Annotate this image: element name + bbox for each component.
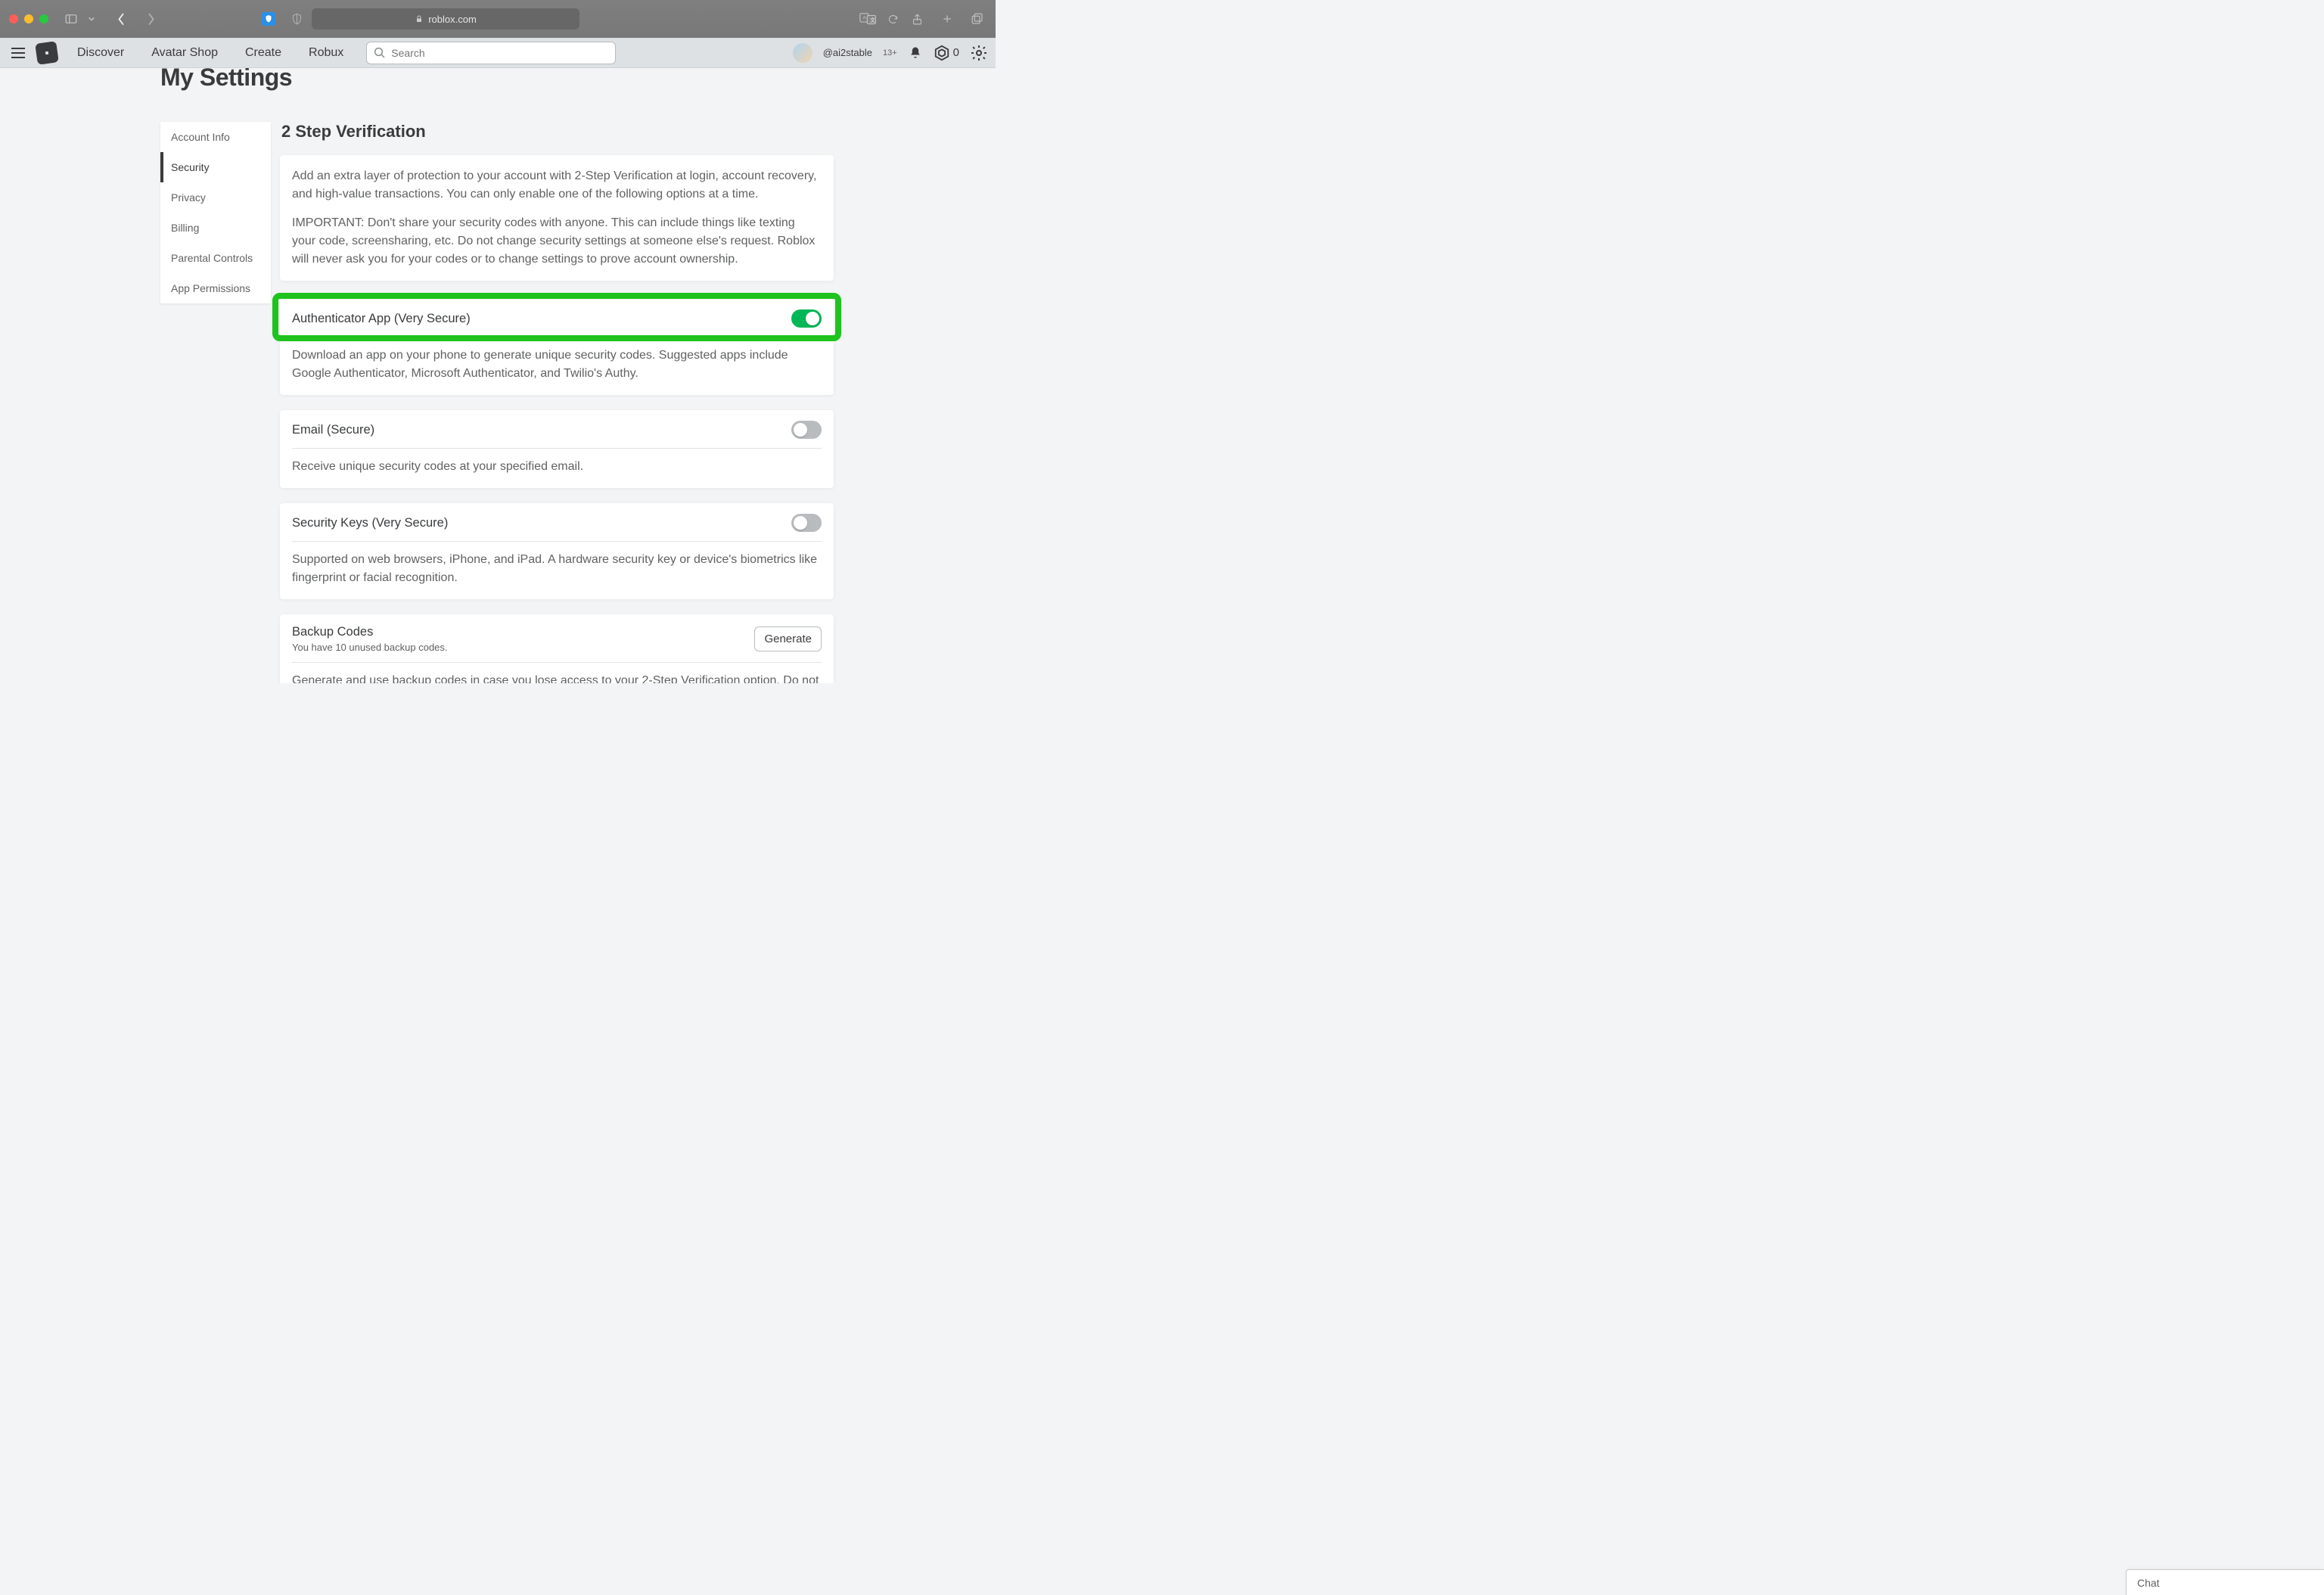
notifications-icon[interactable] xyxy=(908,45,923,61)
hamburger-icon[interactable] xyxy=(8,42,29,64)
robux-balance[interactable]: 0 xyxy=(934,45,959,61)
sidenav-billing[interactable]: Billing xyxy=(160,213,271,243)
backup-codes-card: Backup Codes You have 10 unused backup c… xyxy=(280,614,834,683)
nav-forward-icon[interactable] xyxy=(144,11,159,26)
search-bar[interactable] xyxy=(366,42,616,64)
sidenav-parental-controls[interactable]: Parental Controls xyxy=(160,243,271,273)
email-desc: Receive unique security codes at your sp… xyxy=(292,458,822,476)
authenticator-option-card: Authenticator App (Very Secure) Download… xyxy=(280,299,834,395)
authenticator-desc: Download an app on your phone to generat… xyxy=(292,347,822,383)
window-maximize[interactable] xyxy=(39,14,48,23)
backup-title: Backup Codes xyxy=(292,625,448,639)
window-close[interactable] xyxy=(9,14,18,23)
backup-subtitle: You have 10 unused backup codes. xyxy=(292,642,448,653)
sidenav-privacy[interactable]: Privacy xyxy=(160,182,271,213)
sidenav-account-info[interactable]: Account Info xyxy=(160,122,271,152)
roblox-logo[interactable] xyxy=(35,41,59,65)
nav-discover[interactable]: Discover xyxy=(77,46,124,60)
share-icon[interactable] xyxy=(908,10,926,28)
email-toggle[interactable] xyxy=(791,421,822,439)
address-bar-url: roblox.com xyxy=(428,14,477,25)
search-input[interactable] xyxy=(391,47,609,59)
main-column: 2 Step Verification Add an extra layer o… xyxy=(280,122,834,683)
nav-robux[interactable]: Robux xyxy=(309,46,343,60)
sidenav: Account Info Security Privacy Billing Pa… xyxy=(160,122,271,683)
robux-count: 0 xyxy=(953,46,959,59)
nav-links: Discover Avatar Shop Create Robux xyxy=(77,46,343,60)
security-keys-desc: Supported on web browsers, iPhone, and i… xyxy=(292,551,822,587)
content-area: My Settings Account Info Security Privac… xyxy=(0,68,996,683)
new-tab-icon[interactable] xyxy=(938,10,956,28)
security-keys-title: Security Keys (Very Secure) xyxy=(292,516,448,530)
info-card: Add an extra layer of protection to your… xyxy=(280,155,834,281)
sidenav-security[interactable]: Security xyxy=(160,152,271,182)
nav-avatar-shop[interactable]: Avatar Shop xyxy=(151,46,218,60)
username-label[interactable]: @ai2stable xyxy=(823,47,872,58)
browser-chrome: roblox.com A文 xyxy=(0,0,996,38)
age-badge: 13+ xyxy=(883,48,897,58)
chat-label: Chat xyxy=(2137,1577,2160,1589)
svg-text:文: 文 xyxy=(870,17,875,23)
chevron-down-icon[interactable] xyxy=(86,10,97,28)
app-topbar: Discover Avatar Shop Create Robux @ai2st… xyxy=(0,38,996,68)
search-icon xyxy=(373,46,387,60)
settings-gear-icon[interactable] xyxy=(970,44,988,62)
shield-icon[interactable] xyxy=(262,12,275,26)
generate-button[interactable]: Generate xyxy=(754,626,822,651)
chat-bar[interactable]: Chat xyxy=(2126,1569,2324,1595)
privacy-shield-icon[interactable] xyxy=(287,10,306,28)
traffic-lights xyxy=(9,14,48,23)
nav-back-icon[interactable] xyxy=(113,11,129,26)
authenticator-title: Authenticator App (Very Secure) xyxy=(292,312,471,326)
tabs-icon[interactable] xyxy=(968,10,986,28)
translate-icon[interactable]: A文 xyxy=(859,10,878,28)
email-option-card: Email (Secure) Receive unique security c… xyxy=(280,410,834,488)
lock-icon xyxy=(415,14,424,23)
info-paragraph-2: IMPORTANT: Don't share your security cod… xyxy=(292,214,822,269)
address-bar[interactable]: roblox.com xyxy=(312,8,579,30)
window-minimize[interactable] xyxy=(24,14,33,23)
security-keys-toggle[interactable] xyxy=(791,514,822,532)
section-title: 2 Step Verification xyxy=(280,122,834,141)
robux-icon xyxy=(934,45,950,61)
page-title: My Settings xyxy=(160,68,996,92)
sidenav-app-permissions[interactable]: App Permissions xyxy=(160,273,271,303)
avatar[interactable] xyxy=(793,43,812,63)
info-paragraph-1: Add an extra layer of protection to your… xyxy=(292,167,822,204)
sidebar-toggle-icon[interactable] xyxy=(62,10,80,28)
authenticator-toggle[interactable] xyxy=(791,309,822,328)
email-title: Email (Secure) xyxy=(292,423,374,437)
backup-desc: Generate and use backup codes in case yo… xyxy=(292,672,822,683)
nav-create[interactable]: Create xyxy=(245,46,281,60)
svg-text:A: A xyxy=(862,16,866,21)
reload-icon[interactable] xyxy=(884,10,902,28)
security-keys-option-card: Security Keys (Very Secure) Supported on… xyxy=(280,503,834,599)
